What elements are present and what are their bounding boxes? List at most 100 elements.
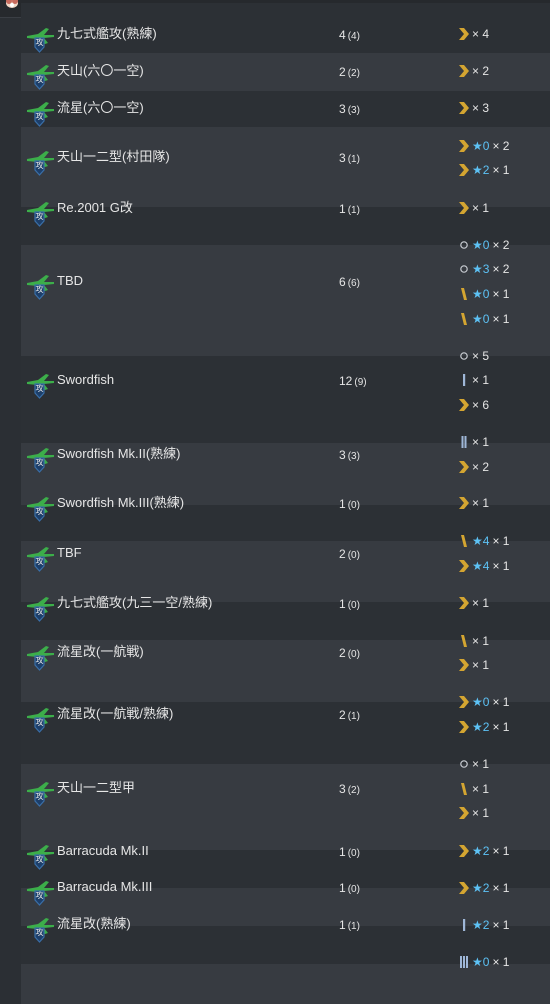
icon-label: 攻 bbox=[35, 285, 44, 294]
count-sub-value: (1) bbox=[347, 205, 360, 216]
multiplier: × 1 bbox=[492, 918, 510, 932]
equipment-name: 九七式艦攻(熟練) bbox=[57, 26, 157, 41]
count-sub-value: (1) bbox=[347, 711, 360, 722]
icon-label: 攻 bbox=[35, 855, 44, 864]
torpedo-bomber-icon: 攻 bbox=[26, 372, 55, 399]
detail-line: × 1 bbox=[459, 757, 489, 771]
detail-line: × 1 bbox=[459, 806, 489, 820]
count-sub-value: (0) bbox=[347, 600, 360, 611]
detail-line: × 1 bbox=[459, 658, 489, 672]
torpedo-bomber-icon: 攻 bbox=[26, 446, 55, 473]
count-value: 12 bbox=[339, 374, 353, 388]
count-sub-value: (0) bbox=[347, 884, 360, 895]
multiplier: × 1 bbox=[492, 881, 510, 895]
equipment-count: 4 (4) bbox=[339, 28, 360, 44]
count-value: 3 bbox=[339, 782, 346, 796]
detail-line: ★2 × 1 bbox=[459, 720, 509, 734]
chevron-icon bbox=[459, 659, 469, 671]
circle-icon bbox=[459, 350, 469, 362]
icon-label: 攻 bbox=[35, 792, 44, 801]
torpedo-bomber-icon: 攻 bbox=[26, 644, 55, 671]
detail-line: × 6 bbox=[459, 398, 489, 412]
slash-icon bbox=[459, 313, 469, 325]
equipment-count: 2 (0) bbox=[339, 547, 360, 563]
star-level: ★2 bbox=[472, 720, 490, 734]
icon-label: 攻 bbox=[35, 212, 44, 221]
torpedo-bomber-icon: 攻 bbox=[26, 780, 55, 807]
equipment-name: Swordfish Mk.III(熟練) bbox=[57, 495, 185, 510]
equipment-count: 3 (3) bbox=[339, 102, 360, 118]
equipment-name: 流星改(一航戦) bbox=[57, 644, 144, 659]
bar1-icon bbox=[459, 919, 469, 931]
equipment-count: 1 (0) bbox=[339, 597, 360, 613]
equipment-count: 2 (0) bbox=[339, 646, 360, 662]
table-row[interactable]: 攻天山一二型(村田隊) 3 (1) ★0 × 2 ★2 × 1 bbox=[21, 127, 550, 207]
chevron-icon bbox=[459, 461, 469, 473]
count-value: 1 bbox=[339, 845, 346, 859]
count-sub-value: (4) bbox=[347, 31, 360, 42]
detail-line: ★2 × 1 bbox=[459, 918, 509, 932]
detail-line: ★2 × 1 bbox=[459, 163, 509, 177]
torpedo-bomber-icon: 攻 bbox=[26, 26, 55, 53]
slash-icon bbox=[459, 635, 469, 647]
star-level: ★2 bbox=[472, 844, 490, 858]
count-value: 2 bbox=[339, 65, 346, 79]
detail-line: ★0 × 2 bbox=[459, 238, 509, 252]
equipment-count: 2 (1) bbox=[339, 708, 360, 724]
table-row[interactable]: 攻 Swordfish 12 (9) × 5 × 1 × 6 bbox=[21, 349, 550, 443]
table-row[interactable]: 攻 TBD 6 (6) ★0 × 2 ★3 × 2 ★0 × 1 ★0 × 1 bbox=[21, 238, 550, 356]
multiplier: × 3 bbox=[472, 101, 490, 115]
table-row[interactable]: 攻流星改(一航戦/熟練) 2 (1) ★0 × 1 ★2 × 1 bbox=[21, 695, 550, 764]
torpedo-bomber-icon: 攻 bbox=[26, 706, 55, 733]
multiplier: × 1 bbox=[492, 312, 510, 326]
count-sub-value: (0) bbox=[347, 550, 360, 561]
equipment-name: TBD bbox=[57, 273, 83, 288]
detail-line: ★0 × 1 bbox=[459, 695, 509, 709]
multiplier: × 1 bbox=[472, 373, 490, 387]
multiplier: × 1 bbox=[472, 757, 490, 771]
chevron-icon bbox=[459, 696, 469, 708]
table-row[interactable]: 攻 天山一二型甲 3 (2) × 1 × 1 × 1 bbox=[21, 757, 550, 850]
table-row[interactable]: 攻 九七式艦攻(熟練) 4 (4) × 4 bbox=[21, 3, 550, 53]
table-row[interactable]: 攻 TBF 2 (0) ★4 × 1 ★4 × 1 bbox=[21, 534, 550, 602]
bar2-icon bbox=[459, 436, 469, 448]
count-sub-value: (2) bbox=[347, 68, 360, 79]
chevron-icon bbox=[459, 882, 469, 894]
icon-label: 攻 bbox=[35, 928, 44, 937]
slash-icon bbox=[459, 288, 469, 300]
count-sub-value: (0) bbox=[347, 500, 360, 511]
detail-line: ★0 × 2 bbox=[459, 139, 509, 153]
icon-label: 攻 bbox=[35, 607, 44, 616]
chevron-icon bbox=[459, 497, 469, 509]
detail-line: ★0 × 1 bbox=[459, 955, 509, 969]
equipment-count: 1 (1) bbox=[339, 918, 360, 934]
multiplier: × 1 bbox=[492, 559, 510, 573]
chevron-icon bbox=[459, 164, 469, 176]
chevron-icon bbox=[459, 721, 469, 733]
count-value: 1 bbox=[339, 881, 346, 895]
slash-icon bbox=[459, 783, 469, 795]
chevron-icon bbox=[459, 560, 469, 572]
star-level: ★0 bbox=[472, 287, 490, 301]
icon-label: 攻 bbox=[35, 38, 44, 47]
count-value: 1 bbox=[339, 497, 346, 511]
multiplier: × 2 bbox=[492, 139, 510, 153]
table-row[interactable]: ★0 × 1 bbox=[21, 955, 550, 1004]
equipment-count: 3 (3) bbox=[339, 448, 360, 464]
equipment-name: 流星(六〇一空) bbox=[57, 100, 144, 115]
count-sub-value: (3) bbox=[347, 451, 360, 462]
equipment-count: 12 (9) bbox=[339, 374, 367, 390]
chevron-icon bbox=[459, 28, 469, 40]
multiplier: × 1 bbox=[492, 955, 510, 969]
count-sub-value: (3) bbox=[347, 105, 360, 116]
detail-line: × 5 bbox=[459, 349, 489, 363]
equipment-count: 2 (2) bbox=[339, 65, 360, 81]
table-row[interactable]: 攻 天山(六〇一空) 2 (2) × 2 bbox=[21, 53, 550, 91]
multiplier: × 2 bbox=[492, 262, 510, 276]
equipment-name: Re.2001 G改 bbox=[57, 200, 133, 215]
table-row[interactable]: 攻 流星(六〇一空) 3 (3) × 3 bbox=[21, 91, 550, 127]
equipment-name: Barracuda Mk.III bbox=[57, 879, 153, 894]
table-row[interactable]: 攻 流星改(一航戦) 2 (0) × 1 × 1 bbox=[21, 634, 550, 702]
icon-label: 攻 bbox=[35, 112, 44, 121]
count-sub-value: (2) bbox=[347, 785, 360, 796]
